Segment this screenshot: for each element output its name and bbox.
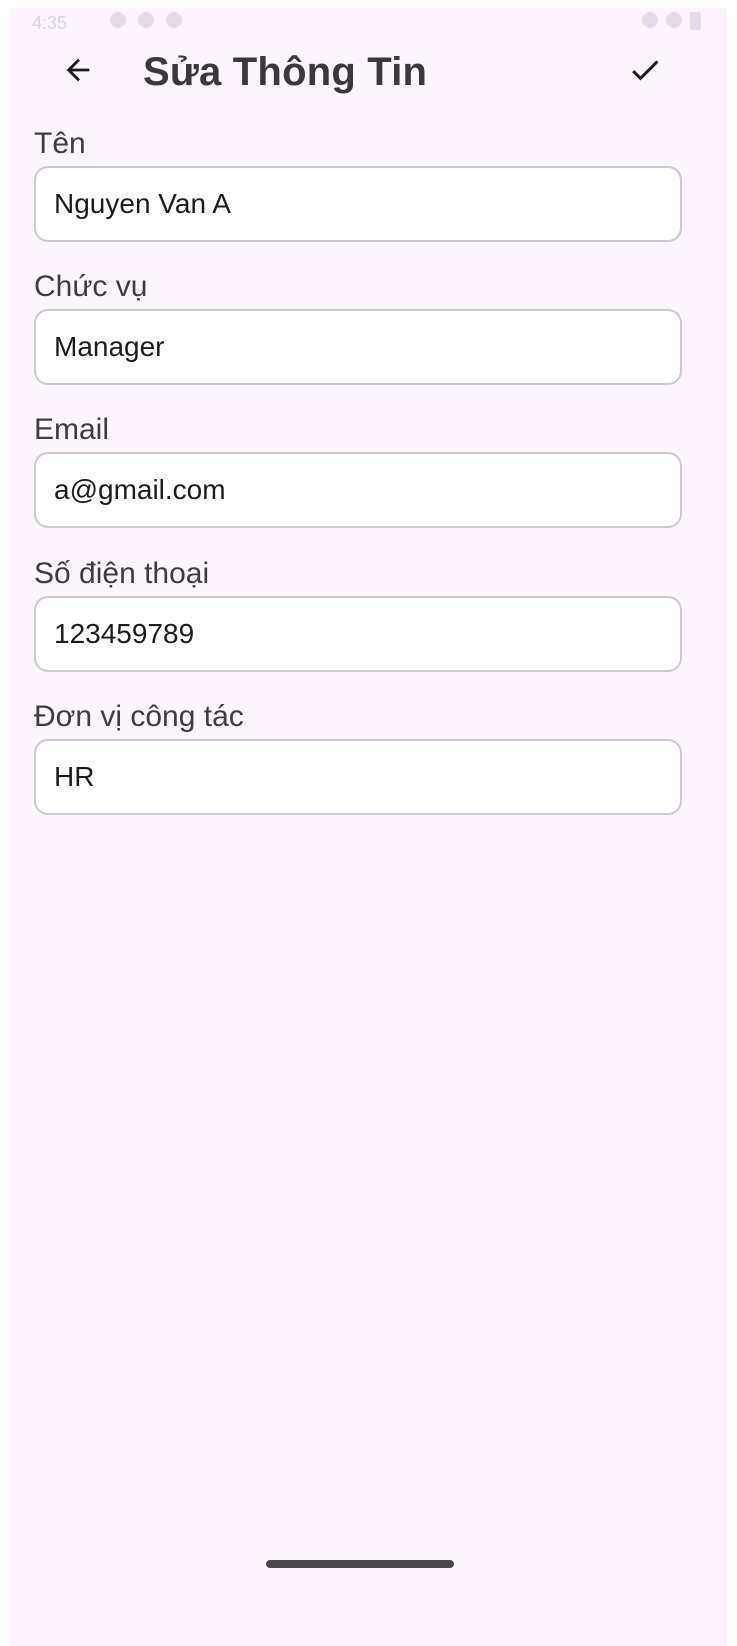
app-bar: Sửa Thông Tin xyxy=(10,38,727,108)
name-input[interactable] xyxy=(54,168,654,240)
phone-field[interactable] xyxy=(34,596,682,672)
name-label: Tên xyxy=(34,127,86,160)
notification-icons xyxy=(110,12,182,28)
position-input[interactable] xyxy=(54,311,654,383)
signal-icon xyxy=(666,12,682,28)
home-indicator[interactable] xyxy=(266,1560,454,1568)
settings-icon xyxy=(138,12,154,28)
battery-icon xyxy=(690,12,701,30)
name-field[interactable] xyxy=(34,166,682,242)
notification-icon xyxy=(110,12,126,28)
email-input[interactable] xyxy=(54,454,654,526)
email-field[interactable] xyxy=(34,452,682,528)
back-button[interactable] xyxy=(54,46,102,94)
position-label: Chức vụ xyxy=(34,270,148,303)
phone-input[interactable] xyxy=(54,598,654,670)
department-field[interactable] xyxy=(34,739,682,815)
app-notification-icon xyxy=(166,12,182,28)
arrow-back-icon xyxy=(66,58,90,82)
status-time: 4:35 xyxy=(32,13,68,33)
check-icon xyxy=(632,60,659,81)
page-title: Sửa Thông Tin xyxy=(143,50,428,94)
phone-label: Số điện thoại xyxy=(34,557,210,590)
app-screen: 4:35 Sửa Thông Tin Tên Chức vụ xyxy=(10,8,727,1646)
email-label: Email xyxy=(34,413,110,446)
save-button[interactable] xyxy=(621,46,669,94)
wifi-icon xyxy=(642,12,658,28)
department-input[interactable] xyxy=(54,741,654,813)
department-label: Đơn vị công tác xyxy=(34,700,244,733)
status-bar: 4:35 xyxy=(10,8,727,38)
position-field[interactable] xyxy=(34,309,682,385)
system-icons xyxy=(642,12,701,30)
